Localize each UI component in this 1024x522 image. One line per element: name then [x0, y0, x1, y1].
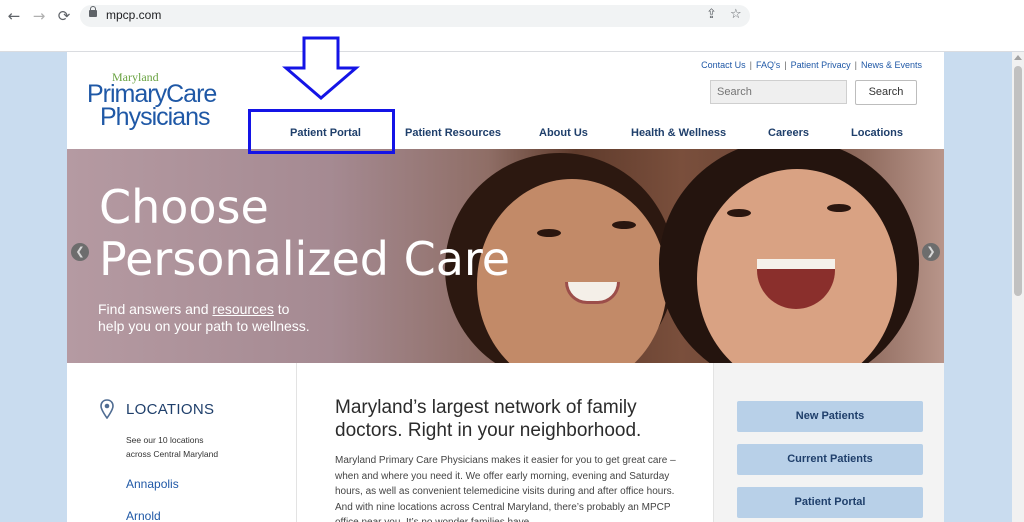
reload-icon[interactable]: ⟳: [54, 6, 74, 26]
nav-locations[interactable]: Locations: [851, 127, 903, 139]
hero-banner: Choose Personalized Care Find answers an…: [67, 149, 944, 363]
hero-title-line: Personalized Care: [99, 232, 511, 286]
divider: |: [749, 60, 753, 70]
search-button[interactable]: Search: [855, 80, 917, 105]
divider: |: [784, 60, 787, 70]
share-icon[interactable]: ⇪: [706, 7, 717, 22]
hero-photo: [727, 209, 751, 217]
hero-sub-text: help you on your path to wellness.: [98, 318, 310, 334]
new-patients-button[interactable]: New Patients: [737, 401, 923, 432]
browser-toolbar: ← → ⟳ mpcp.com ⇪ ☆: [0, 0, 1024, 52]
website-page: Maryland PrimaryCare Physicians Contact …: [67, 36, 944, 522]
resources-link[interactable]: resources: [212, 301, 273, 317]
locations-desc-line: See our 10 locations: [126, 435, 204, 445]
locations-description: See our 10 locations across Central Mary…: [126, 433, 256, 461]
hero-subtitle: Find answers and resources to help you o…: [98, 301, 358, 335]
scroll-up-icon[interactable]: [1014, 55, 1022, 60]
intro-section: Maryland’s largest network of family doc…: [297, 363, 713, 522]
intro-heading: Maryland’s largest network of family doc…: [335, 397, 642, 441]
nav-health-wellness[interactable]: Health & Wellness: [631, 127, 726, 139]
nav-patient-resources[interactable]: Patient Resources: [405, 127, 501, 139]
logo-line-physicians: Physicians: [100, 103, 210, 131]
forward-icon[interactable]: →: [29, 6, 49, 26]
locations-desc-line: across Central Maryland: [126, 449, 219, 459]
nav-about-us[interactable]: About Us: [539, 127, 588, 139]
hero-photo: [537, 229, 561, 237]
hero-photo: [827, 204, 851, 212]
page-scrollbar[interactable]: [1012, 52, 1024, 522]
hero-title: Choose Personalized Care: [99, 181, 510, 285]
scroll-thumb[interactable]: [1014, 66, 1022, 296]
carousel-next-icon[interactable]: ❯: [922, 243, 940, 261]
utility-links: Contact Us | FAQ's | Patient Privacy | News & …: [701, 60, 922, 70]
back-icon[interactable]: ←: [4, 6, 24, 26]
search-input[interactable]: [710, 80, 847, 104]
divider: |: [854, 60, 857, 70]
lock-icon[interactable]: [89, 6, 97, 17]
bookmark-star-icon[interactable]: ☆: [730, 7, 742, 22]
locations-title: LOCATIONS: [126, 401, 215, 418]
nav-careers[interactable]: Careers: [768, 127, 809, 139]
current-patients-button[interactable]: Current Patients: [737, 444, 923, 475]
quick-links-panel: New Patients Current Patients Patient Po…: [713, 363, 944, 522]
faqs-link[interactable]: FAQ's: [756, 60, 780, 70]
contact-us-link[interactable]: Contact Us: [701, 60, 746, 70]
patient-privacy-link[interactable]: Patient Privacy: [791, 60, 851, 70]
url-text: mpcp.com: [106, 8, 162, 22]
down-arrow-icon: [282, 36, 360, 100]
hero-sub-text: Find answers and: [98, 301, 213, 317]
locations-panel: LOCATIONS See our 10 locations across Ce…: [67, 363, 297, 522]
map-pin-icon: [100, 399, 114, 419]
patient-portal-button[interactable]: Patient Portal: [737, 487, 923, 518]
highlight-box: [248, 109, 395, 154]
location-link-annapolis[interactable]: Annapolis: [126, 477, 179, 491]
hero-title-line: Choose: [99, 180, 269, 234]
carousel-prev-icon[interactable]: ❮: [71, 243, 89, 261]
location-link-arnold[interactable]: Arnold: [126, 509, 161, 522]
hero-sub-text: to: [273, 301, 290, 317]
intro-body: Maryland Primary Care Physicians makes i…: [335, 455, 676, 522]
address-bar[interactable]: mpcp.com ⇪ ☆: [80, 5, 750, 27]
news-events-link[interactable]: News & Events: [861, 60, 922, 70]
hero-photo: [612, 221, 636, 229]
